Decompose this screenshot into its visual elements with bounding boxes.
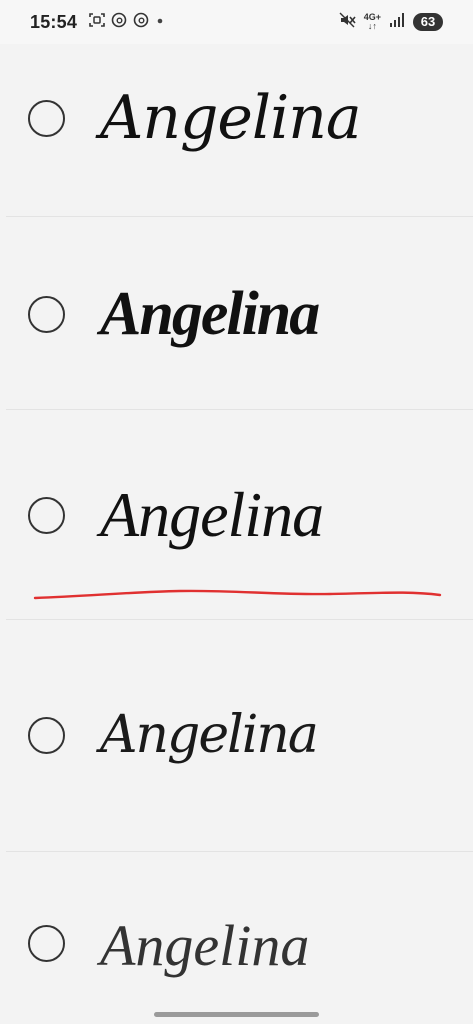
status-time: 15:54 bbox=[30, 11, 78, 32]
signature-option[interactable]: Angelina bbox=[0, 217, 473, 409]
signature-option[interactable]: Angelina bbox=[0, 410, 473, 619]
signal-bars-icon bbox=[389, 12, 405, 32]
battery-indicator: 63 bbox=[413, 13, 443, 31]
signature-option[interactable]: Angelina bbox=[0, 620, 473, 851]
radio-button[interactable] bbox=[28, 296, 65, 333]
network-type: 4G+ ↓↑ bbox=[364, 13, 381, 31]
mute-icon bbox=[338, 11, 356, 33]
home-indicator[interactable] bbox=[154, 1012, 319, 1017]
signature-label: Angelina bbox=[100, 279, 320, 348]
radio-button[interactable] bbox=[28, 925, 65, 962]
signature-label: Angelina bbox=[100, 912, 310, 978]
radio-button[interactable] bbox=[28, 717, 65, 754]
signature-option[interactable]: Angelina bbox=[0, 44, 473, 216]
notification-dot-icon bbox=[155, 12, 165, 32]
red-underline-annotation bbox=[33, 589, 442, 600]
status-left-icons bbox=[89, 12, 165, 32]
status-bar: 15:54 4G+ ↓↑ 63 bbox=[0, 0, 473, 44]
status-right-icons: 4G+ ↓↑ 63 bbox=[338, 11, 443, 33]
threads-icon bbox=[111, 12, 127, 32]
signature-option[interactable]: Angelina bbox=[0, 852, 473, 1024]
radio-button[interactable] bbox=[28, 100, 65, 137]
signature-label: Angelina bbox=[100, 705, 319, 765]
threads-icon bbox=[133, 12, 149, 32]
data-activity-icon: ↓↑ bbox=[367, 21, 377, 31]
signature-label: Angelina bbox=[100, 83, 362, 153]
screenshot-icon bbox=[89, 12, 105, 32]
